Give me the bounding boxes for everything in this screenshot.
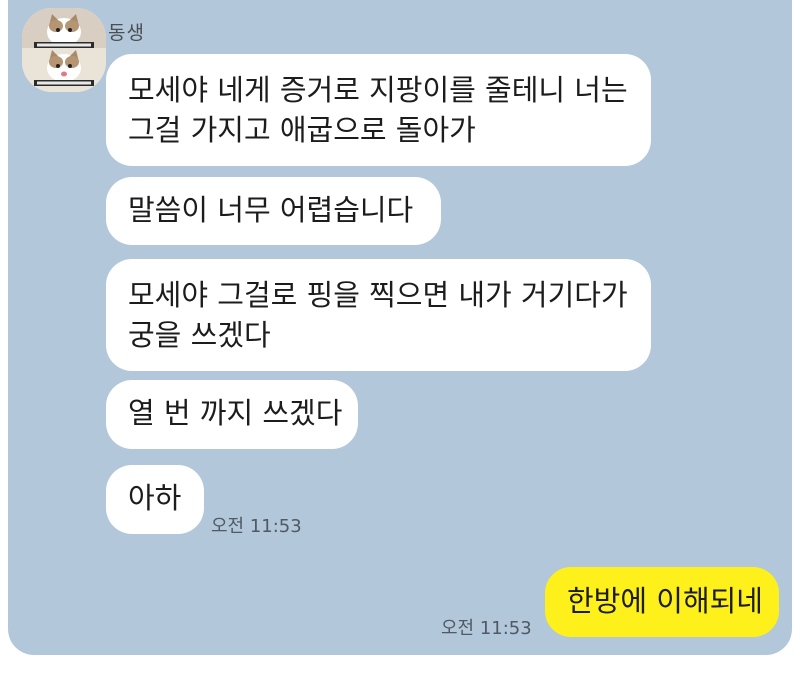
sender-avatar[interactable] [22,8,106,92]
my-message-bubble[interactable]: 한방에 이해되네 [545,567,779,637]
message-bubble-5[interactable]: 아하 [106,465,204,534]
message-bubble-3[interactable]: 모세야 그걸로 핑을 찍으면 내가 거기다가 궁을 쓰겠다 [106,259,651,371]
message-text: 그걸 가지고 애굽으로 돌아가 [128,113,476,147]
message-bubble-2[interactable]: 말씀이 너무 어렵습니다 [106,177,441,245]
message-text: 열 번 까지 쓰겠다 [128,396,343,430]
my-message-timestamp: 오전 11:53 [441,618,532,639]
message-text: 궁을 쓰겠다 [128,318,271,352]
message-bubble-1[interactable]: 모세야 네게 증거로 지팡이를 줄테니 너는 그걸 가지고 애굽으로 돌아가 [106,54,651,166]
message-bubble-4[interactable]: 열 번 까지 쓰겠다 [106,380,358,449]
cat-photo-icon [22,8,106,92]
chat-room: 동생 모세야 네게 증거로 지팡이를 줄테니 너는 그걸 가지고 애굽으로 돌아… [8,0,792,655]
message-text: 모세야 네게 증거로 지팡이를 줄테니 너는 [128,73,628,107]
message-text: 말씀이 너무 어렵습니다 [128,193,414,227]
message-timestamp: 오전 11:53 [211,516,302,537]
message-text: 모세야 그걸로 핑을 찍으면 내가 거기다가 [128,278,628,312]
sender-name: 동생 [108,22,145,44]
my-message-text: 한방에 이해되네 [567,584,763,618]
message-text: 아하 [128,481,182,515]
